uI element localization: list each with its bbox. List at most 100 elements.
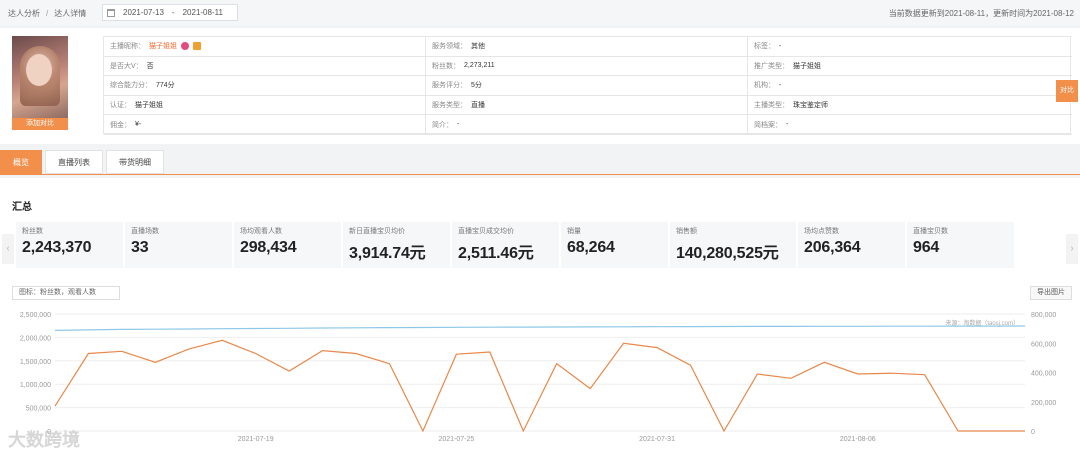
info-cell: 推广类型： 猫子姐姐: [748, 57, 1072, 77]
update-info: 当前数据更新到2021-08-11，更新时间为2021-08-12: [888, 9, 1074, 18]
metric-label: 场均观看人数: [240, 228, 282, 235]
info-value: 774分: [156, 82, 175, 90]
breadcrumb: 达人分析 / 达人详情: [8, 8, 86, 19]
y-left-tick-label: 1,000,000: [20, 382, 51, 389]
info-label: 认证：: [110, 102, 131, 110]
info-label: 综合能力分：: [110, 82, 152, 90]
metric-value: 140,280,525元: [676, 245, 779, 262]
level-badge-icon: [193, 42, 201, 51]
metric-value: 2,243,370: [22, 239, 92, 256]
info-value: 否: [146, 62, 154, 70]
y-right-tick-label: 0: [1031, 429, 1035, 436]
profile-info-grid: 主播昵称： 猫子姐姐 服务领域： 其他 标签： - 是否大V：否 粉丝数： 2,273…: [103, 36, 1072, 135]
date-separator: -: [171, 8, 175, 17]
metric-card: 场均点赞数 206,364: [798, 222, 907, 268]
x-tick-label: 2021-08-06: [840, 436, 876, 443]
info-value: 直播: [471, 102, 485, 110]
metric-card: 新日直播宝贝均价 3,914.74元: [343, 222, 452, 268]
metric-value: 964: [913, 239, 940, 256]
info-value: 5分: [471, 82, 482, 90]
info-cell: 认证： 猫子姐姐: [104, 95, 426, 116]
metric-cards: 粉丝数 2,243,370 直播场数 33 场均观看人数 298,434 新日直播宝贝…: [16, 222, 1064, 268]
chart-legend-select[interactable]: 图标：粉丝数，观看人数: [12, 286, 120, 300]
y-right-tick-label: 200,000: [1031, 400, 1056, 407]
x-tick-label: 2021-07-19: [238, 436, 274, 443]
info-cell: 是否大V：否: [104, 56, 426, 77]
info-value: -: [779, 42, 782, 50]
export-image-button[interactable]: 导出图片: [1030, 286, 1072, 300]
chart-source-note: 来源：淘数据（taosj.com）: [945, 319, 1019, 327]
date-range-picker[interactable]: 2021-07-13 - 2021-08-11: [102, 4, 238, 21]
y-right-tick-label: 800,000: [1031, 312, 1056, 319]
trend-line-chart: 2,500,000 2,000,000 1,500,000 1,000,000 500,…: [20, 312, 1057, 443]
info-cell: 服务类型： 直播: [426, 95, 748, 116]
info-cell: 简档案： -: [748, 115, 1072, 135]
metric-label: 直播宝贝成交均价: [458, 228, 514, 235]
y-right-tick-label: 600,000: [1031, 341, 1056, 348]
info-cell: 佣金： ¥-: [104, 115, 426, 135]
tab-goods-detail[interactable]: 带货明细: [106, 150, 164, 174]
avatar-face: [26, 54, 52, 86]
add-compare-button[interactable]: 添加对比: [12, 118, 68, 130]
metric-label: 销售额: [676, 228, 697, 235]
info-label: 简档案：: [754, 121, 782, 129]
info-cell: 主播类型： 珠宝鉴定师: [748, 96, 1072, 116]
info-value: -: [457, 121, 460, 129]
info-label: 标签：: [754, 43, 775, 51]
metric-card: 直播场数 33: [125, 222, 234, 268]
info-label: 服务评分：: [432, 82, 467, 90]
breadcrumb-item-analysis[interactable]: 达人分析: [8, 8, 40, 19]
y-left-tick-label: 2,000,000: [20, 335, 51, 342]
y-right-tick-label: 400,000: [1031, 371, 1056, 378]
info-label: 服务领域：: [432, 43, 467, 51]
info-cell: 综合能力分： 774分: [104, 76, 426, 96]
y-left-tick-label: 2,500,000: [20, 312, 51, 319]
avatar: [12, 36, 68, 128]
info-value: -: [779, 81, 782, 89]
info-value: 其他: [471, 43, 485, 51]
info-value: 猫子姐姐: [793, 62, 821, 70]
info-cell: 服务领域： 其他: [426, 37, 748, 57]
compare-button[interactable]: 对比: [1056, 80, 1078, 102]
date-start: 2021-07-13: [123, 8, 164, 17]
tab-overview[interactable]: 概览: [0, 150, 42, 174]
info-value: 猫子姐姐: [149, 43, 177, 51]
info-cell: 机构： -: [748, 76, 1072, 96]
info-label: 机构：: [754, 82, 775, 90]
tab-bar: 概览 直播列表 带货明细: [0, 150, 1080, 175]
metric-label: 新日直播宝贝均价: [349, 228, 405, 235]
x-tick-label: 2021-07-31: [639, 436, 675, 443]
watermark-text: 大数跨境: [8, 430, 80, 450]
metric-value: 206,364: [804, 239, 861, 256]
tab-live-list[interactable]: 直播列表: [45, 150, 103, 174]
series-line: [54, 339, 1025, 433]
y-left-tick-label: 1,500,000: [20, 359, 51, 366]
top-bar: 达人分析 / 达人详情 2021-07-13 - 2021-08-11 当前数据…: [0, 0, 1080, 26]
metrics-next-arrow[interactable]: ›: [1066, 234, 1078, 264]
info-cell: 粉丝数： 2,273,211: [426, 56, 748, 77]
info-label: 推广类型：: [754, 62, 789, 70]
metrics-prev-arrow[interactable]: ‹: [2, 234, 14, 264]
info-label: 佣金：: [110, 121, 131, 129]
info-value: 珠宝鉴定师: [793, 102, 828, 110]
date-end: 2021-08-11: [182, 8, 223, 17]
info-label: 粉丝数：: [432, 62, 460, 70]
metric-value: 298,434: [240, 239, 297, 256]
metric-label: 直播场数: [131, 228, 159, 235]
info-value: 猫子姐姐: [135, 102, 163, 110]
metric-card: 直播宝贝数 964: [907, 222, 1016, 268]
metric-card: 场均观看人数 298,434: [234, 222, 343, 268]
info-value: ¥-: [135, 121, 142, 129]
metric-value: 68,264: [567, 239, 615, 256]
info-label: 主播昵称：: [110, 43, 145, 51]
info-value: 2,273,211: [464, 62, 495, 70]
info-cell-nickname: 主播昵称： 猫子姐姐: [104, 37, 426, 57]
metric-card: 销售额 140,280,525元: [670, 222, 798, 268]
metric-card: 粉丝数 2,243,370: [16, 222, 125, 268]
metric-card: 直播宝贝成交均价 2,511.46元: [452, 222, 561, 268]
summary-panel: 汇总 ‹ › 粉丝数 2,243,370 直播场数 33 场均观看人数 298,434…: [0, 178, 1080, 459]
metric-label: 直播宝贝数: [913, 228, 948, 235]
calendar-icon: [107, 8, 115, 17]
metric-label: 粉丝数: [22, 228, 43, 235]
profile-card: 添加对比 主播昵称： 猫子姐姐 服务领域： 其他 标签： - 是否大V：否 粉丝数：…: [0, 28, 1080, 144]
